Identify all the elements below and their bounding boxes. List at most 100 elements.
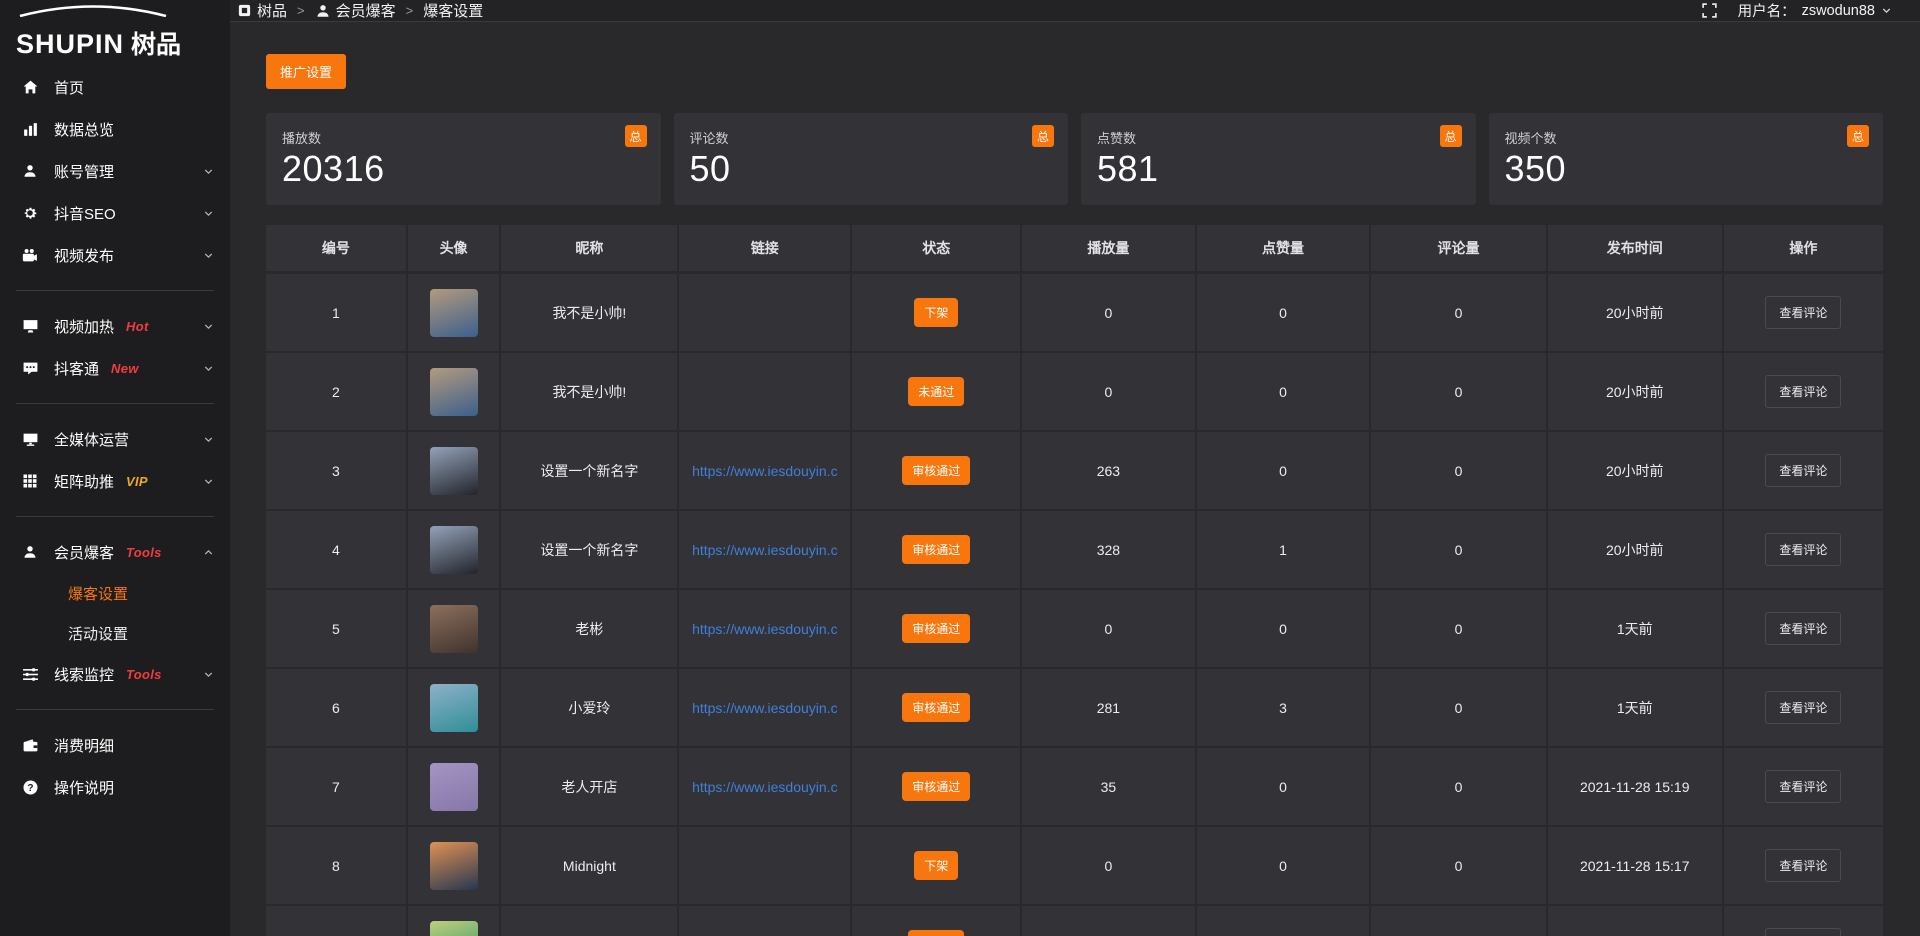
cell-time: 1天前 bbox=[1547, 589, 1723, 668]
video-link[interactable]: https://www.iesdouyin.c bbox=[692, 700, 838, 716]
stat-card-播放数: 播放数20316总 bbox=[266, 113, 661, 205]
avatar bbox=[430, 289, 478, 337]
sidebar-item-首页[interactable]: 首页 bbox=[0, 66, 230, 108]
view-comments-button[interactable]: 查看评论 bbox=[1765, 612, 1841, 645]
total-badge: 总 bbox=[1847, 125, 1869, 147]
view-comments-button[interactable]: 查看评论 bbox=[1765, 691, 1841, 724]
stat-card-label: 视频个数 bbox=[1505, 128, 1868, 147]
wallet-icon bbox=[22, 737, 41, 754]
menu-divider bbox=[16, 709, 214, 710]
cell-action: 查看评论 bbox=[1723, 826, 1883, 905]
sidebar-item-线索监控[interactable]: 线索监控Tools bbox=[0, 653, 230, 695]
cell-status: 审核通过 bbox=[851, 431, 1021, 510]
cell-action: 查看评论 bbox=[1723, 273, 1883, 353]
cell-comments: 0 bbox=[1370, 826, 1546, 905]
cell-comments: 0 bbox=[1370, 352, 1546, 431]
user-menu[interactable]: 用户名：zswodun88 bbox=[1738, 0, 1892, 21]
cell-plays: 328 bbox=[1021, 510, 1196, 589]
sidebar-subitem-活动设置[interactable]: 活动设置 bbox=[0, 613, 230, 653]
column-header-点赞量: 点赞量 bbox=[1196, 225, 1371, 273]
logo[interactable]: SHUPIN 树品 bbox=[0, 0, 230, 58]
status-button[interactable]: 审核通过 bbox=[902, 456, 970, 485]
promo-settings-button[interactable]: 推广设置 bbox=[266, 54, 346, 89]
cell-nickname: Midnight bbox=[500, 826, 678, 905]
chevron-down-icon bbox=[203, 321, 214, 332]
table-row: 2我不是小帅!未通过00020小时前查看评论 bbox=[266, 352, 1883, 431]
video-link[interactable]: https://www.iesdouyin.c bbox=[692, 542, 838, 558]
logo-text-en: SHUPIN bbox=[16, 31, 124, 58]
status-button[interactable]: 审核通过 bbox=[902, 693, 970, 722]
cell-status: 下架 bbox=[851, 273, 1021, 353]
status-button[interactable]: 下架 bbox=[914, 851, 958, 880]
stat-card-value: 50 bbox=[690, 149, 1053, 189]
chevron-down-icon bbox=[203, 166, 214, 177]
cell-nickname: 老彬 bbox=[500, 589, 678, 668]
status-button[interactable]: 下架 bbox=[914, 298, 958, 327]
sidebar-subitem-爆客设置[interactable]: 爆客设置 bbox=[0, 573, 230, 613]
table-header-row: 编号头像昵称链接状态播放量点赞量评论量发布时间操作 bbox=[266, 225, 1883, 273]
video-link[interactable]: https://www.iesdouyin.c bbox=[692, 779, 838, 795]
table-row: 9阿慧未通过0002021-11-28 15:16查看评论 bbox=[266, 905, 1883, 936]
avatar bbox=[430, 921, 478, 936]
cell-nickname: 我不是小帅! bbox=[500, 352, 678, 431]
view-comments-button[interactable]: 查看评论 bbox=[1765, 533, 1841, 566]
view-comments-button[interactable]: 查看评论 bbox=[1765, 928, 1841, 936]
video-link[interactable]: https://www.iesdouyin.c bbox=[692, 463, 838, 479]
status-button[interactable]: 未通过 bbox=[908, 377, 964, 406]
breadcrumb-item-树品[interactable]: 树品 bbox=[237, 0, 287, 21]
sidebar-menu: 首页数据总览账号管理抖音SEO视频发布视频加热Hot抖客通New 全媒体运营矩阵助… bbox=[0, 58, 230, 808]
sidebar-item-矩阵助推[interactable]: 矩阵助推VIP bbox=[0, 460, 230, 502]
view-comments-button[interactable]: 查看评论 bbox=[1765, 375, 1841, 408]
video-link[interactable]: https://www.iesdouyin.c bbox=[692, 621, 838, 637]
view-comments-button[interactable]: 查看评论 bbox=[1765, 770, 1841, 803]
chevron-up-icon bbox=[203, 547, 214, 558]
cell-action: 查看评论 bbox=[1723, 668, 1883, 747]
breadcrumb-item-会员爆客[interactable]: 会员爆客 bbox=[315, 0, 396, 21]
cell-link: https://www.iesdouyin.c bbox=[678, 510, 851, 589]
status-button[interactable]: 审核通过 bbox=[902, 614, 970, 643]
sidebar-item-label: 线索监控 bbox=[54, 664, 114, 685]
sidebar-item-抖客通[interactable]: 抖客通New bbox=[0, 347, 230, 389]
column-header-昵称: 昵称 bbox=[500, 225, 678, 273]
menu-divider bbox=[16, 290, 214, 291]
stat-card-label: 评论数 bbox=[690, 128, 1053, 147]
cell-avatar bbox=[407, 510, 501, 589]
cell-time: 2021-11-28 15:16 bbox=[1547, 905, 1723, 936]
sidebar-item-全媒体运营[interactable]: 全媒体运营 bbox=[0, 418, 230, 460]
avatar bbox=[430, 763, 478, 811]
fullscreen-icon[interactable] bbox=[1701, 2, 1718, 19]
cell-likes: 0 bbox=[1196, 431, 1371, 510]
sidebar-item-操作说明[interactable]: ?操作说明 bbox=[0, 766, 230, 808]
status-button[interactable]: 未通过 bbox=[908, 930, 964, 936]
cell-likes: 0 bbox=[1196, 273, 1371, 353]
column-header-状态: 状态 bbox=[851, 225, 1021, 273]
view-comments-button[interactable]: 查看评论 bbox=[1765, 454, 1841, 487]
content: 推广设置 播放数20316总评论数50总点赞数581总视频个数350总 编号头像… bbox=[230, 22, 1920, 936]
sidebar-item-视频加热[interactable]: 视频加热Hot bbox=[0, 305, 230, 347]
sidebar-item-抖音SEO[interactable]: 抖音SEO bbox=[0, 192, 230, 234]
stat-card-value: 350 bbox=[1505, 149, 1868, 189]
sidebar-item-数据总览[interactable]: 数据总览 bbox=[0, 108, 230, 150]
chevron-down-icon bbox=[203, 208, 214, 219]
view-comments-button[interactable]: 查看评论 bbox=[1765, 296, 1841, 329]
breadcrumb-label: 爆客设置 bbox=[423, 0, 483, 21]
sidebar-item-账号管理[interactable]: 账号管理 bbox=[0, 150, 230, 192]
cell-avatar bbox=[407, 589, 501, 668]
cell-likes: 3 bbox=[1196, 668, 1371, 747]
status-button[interactable]: 审核通过 bbox=[902, 535, 970, 564]
cell-nickname: 设置一个新名字 bbox=[500, 510, 678, 589]
avatar bbox=[430, 368, 478, 416]
cell-id: 1 bbox=[266, 273, 407, 353]
sidebar-item-视频发布[interactable]: 视频发布 bbox=[0, 234, 230, 276]
grid-icon bbox=[22, 473, 41, 489]
sidebar-item-消费明细[interactable]: 消费明细 bbox=[0, 724, 230, 766]
cell-plays: 0 bbox=[1021, 352, 1196, 431]
cell-id: 6 bbox=[266, 668, 407, 747]
sidebar-item-会员爆客[interactable]: 会员爆客Tools bbox=[0, 531, 230, 573]
view-comments-button[interactable]: 查看评论 bbox=[1765, 849, 1841, 882]
cell-plays: 0 bbox=[1021, 826, 1196, 905]
chat-icon bbox=[22, 360, 41, 377]
records-table: 编号头像昵称链接状态播放量点赞量评论量发布时间操作1我不是小帅!下架00020小… bbox=[266, 225, 1883, 936]
status-button[interactable]: 审核通过 bbox=[902, 772, 970, 801]
column-header-播放量: 播放量 bbox=[1021, 225, 1196, 273]
